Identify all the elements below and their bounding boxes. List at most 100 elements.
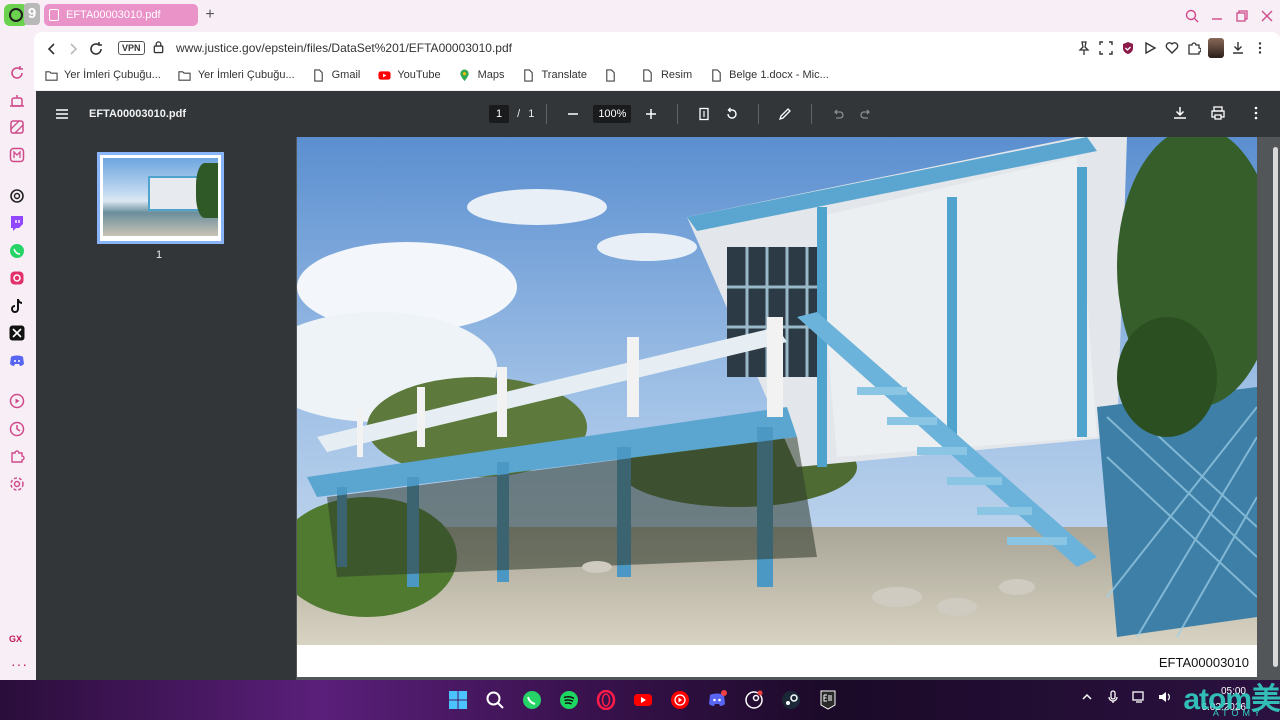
tab-title: EFTA00003010.pdf	[66, 9, 161, 21]
epic-games-icon[interactable]	[816, 686, 840, 714]
tab-active[interactable]: EFTA00003010.pdf	[44, 4, 198, 26]
total-pages: 1	[528, 108, 535, 120]
download-icon[interactable]	[1230, 39, 1246, 57]
chatgpt-icon[interactable]	[9, 188, 25, 204]
x-twitter-icon[interactable]	[9, 325, 25, 341]
print-icon[interactable]	[1208, 103, 1228, 123]
new-tab-button[interactable]: +	[202, 6, 218, 24]
doc-icon	[641, 68, 655, 82]
atomy-watermark-sub: ATOMY	[1212, 708, 1264, 718]
folder-icon	[44, 68, 58, 82]
discord-icon[interactable]	[9, 353, 25, 369]
play-icon[interactable]	[1142, 39, 1158, 57]
bookmark-belge[interactable]: Belge 1.docx - Mic...	[709, 68, 829, 82]
bookmark-gmail[interactable]: Gmail	[312, 68, 360, 82]
bookmark-label: Belge 1.docx - Mic...	[729, 69, 829, 81]
pin-icon[interactable]	[1076, 39, 1092, 57]
page-number-input[interactable]: 1	[489, 105, 510, 123]
hamburger-menu-icon[interactable]	[54, 106, 70, 122]
tray-expand-icon[interactable]	[1080, 690, 1094, 709]
minimize-icon[interactable]	[1205, 0, 1229, 32]
document-icon	[49, 9, 59, 21]
m-icon[interactable]	[9, 147, 25, 163]
bookmark-label: YouTube	[397, 69, 441, 81]
gx-label[interactable]: GX	[9, 634, 22, 644]
zoom-in-icon[interactable]	[641, 104, 661, 124]
snapshot-icon[interactable]	[1098, 39, 1114, 57]
refresh-arrow-icon[interactable]	[9, 65, 25, 81]
search-icon[interactable]	[1180, 0, 1204, 32]
bookmark-label: Yer İmleri Çubuğu...	[64, 69, 161, 81]
tiktok-icon[interactable]	[9, 298, 25, 314]
bookmark-youtube[interactable]: YouTube	[377, 68, 441, 82]
history-clock-icon[interactable]	[9, 421, 25, 437]
youtube-icon[interactable]	[631, 686, 655, 714]
twitch-icon[interactable]	[9, 215, 25, 231]
bookmark-translate[interactable]: Translate	[522, 68, 587, 82]
page-separator: /	[517, 108, 521, 120]
bookmark-folder-2[interactable]: Yer İmleri Çubuğu...	[178, 68, 295, 82]
youtube-icon	[377, 68, 391, 82]
address-bar[interactable]: www.justice.gov/epstein/files/DataSet%20…	[176, 41, 512, 55]
annotate-pen-icon[interactable]	[775, 104, 795, 124]
heart-icon[interactable]	[1164, 39, 1180, 57]
bookmark-folder-1[interactable]: Yer İmleri Çubuğu...	[44, 68, 161, 82]
youtube-music-icon[interactable]	[668, 686, 692, 714]
bookmark-resim[interactable]: Resim	[641, 68, 692, 82]
forward-icon[interactable]	[63, 40, 83, 58]
divider	[546, 104, 548, 124]
spotify-icon[interactable]	[557, 686, 581, 714]
network-icon[interactable]	[1132, 690, 1146, 709]
back-icon[interactable]	[42, 40, 62, 58]
reload-icon[interactable]	[86, 40, 106, 58]
lock-icon[interactable]	[152, 40, 165, 59]
more-options-icon[interactable]	[1246, 103, 1266, 123]
opera-gx-icon[interactable]	[594, 686, 618, 714]
shield-extension-icon[interactable]	[1120, 39, 1136, 57]
divider	[677, 104, 679, 124]
download-icon[interactable]	[1170, 103, 1190, 123]
menu-dots-icon[interactable]	[1252, 39, 1268, 57]
redo-icon[interactable]	[856, 104, 876, 124]
thumbnail-page-number: 1	[156, 249, 163, 261]
divider	[758, 104, 760, 124]
bookmark-label: Translate	[541, 69, 587, 81]
whatsapp-icon[interactable]	[9, 243, 25, 259]
zoom-out-icon[interactable]	[563, 104, 583, 124]
robot-icon[interactable]	[9, 93, 25, 109]
fit-page-icon[interactable]	[694, 104, 714, 124]
page-thumbnail[interactable]	[97, 152, 224, 244]
vpn-badge[interactable]: VPN	[118, 41, 145, 55]
pattern-icon[interactable]	[9, 119, 25, 135]
player-icon[interactable]	[9, 393, 25, 409]
bookmark-maps[interactable]: Maps	[458, 68, 505, 82]
doc-icon	[709, 68, 723, 82]
bookmark-untitled[interactable]	[604, 68, 624, 82]
steam-overlay-icon[interactable]	[742, 686, 766, 714]
profile-avatar[interactable]	[1208, 38, 1224, 58]
bookmarks-bar: Yer İmleri Çubuğu... Yer İmleri Çubuğu..…	[44, 68, 846, 82]
restore-icon[interactable]	[1230, 0, 1254, 32]
microphone-icon[interactable]	[1106, 690, 1120, 709]
window-controls	[1180, 0, 1280, 32]
zoom-level-input[interactable]: 100%	[593, 105, 632, 123]
whatsapp-icon[interactable]	[520, 686, 544, 714]
doc-icon	[604, 68, 618, 82]
close-icon[interactable]	[1255, 0, 1279, 32]
steam-icon[interactable]	[779, 686, 803, 714]
instagram-icon[interactable]	[9, 270, 25, 286]
rotate-icon[interactable]	[722, 104, 742, 124]
puzzle-extensions-icon[interactable]	[1186, 39, 1202, 57]
sidebar-more-icon[interactable]: ···	[11, 656, 28, 672]
extensions-icon[interactable]	[9, 448, 25, 464]
vertical-scrollbar[interactable]	[1273, 147, 1278, 667]
volume-icon[interactable]	[1158, 690, 1172, 709]
discord-icon[interactable]	[705, 686, 729, 714]
windows-start-icon[interactable]	[446, 686, 470, 714]
settings-gear-icon[interactable]	[9, 476, 25, 492]
search-icon[interactable]	[483, 686, 507, 714]
undo-icon[interactable]	[828, 104, 848, 124]
doc-icon	[312, 68, 326, 82]
bookmark-label: Resim	[660, 69, 693, 81]
taskbar: 05:00 6.02.2026 atom美 ATOMY	[0, 680, 1280, 720]
